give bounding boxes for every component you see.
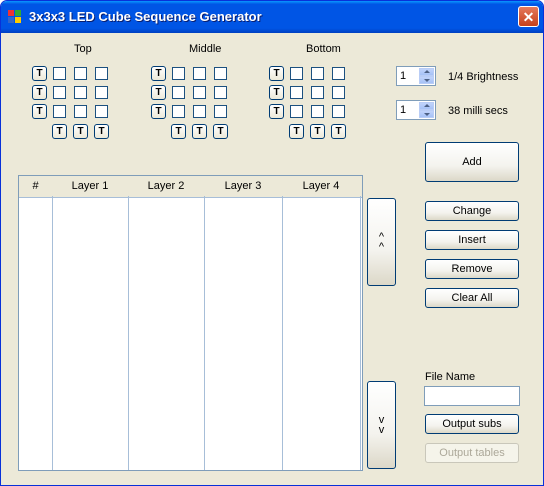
remove-button[interactable]: Remove bbox=[425, 259, 519, 279]
file-name-input[interactable] bbox=[424, 386, 520, 406]
middle-led-checkbox-r3-c3[interactable] bbox=[214, 105, 227, 118]
top-led-checkbox-r1-c1[interactable] bbox=[53, 67, 66, 80]
middle-led-checkbox-r1-c2[interactable] bbox=[193, 67, 206, 80]
middle-led-checkbox-r1-c1[interactable] bbox=[172, 67, 185, 80]
column-header-layer-2[interactable]: Layer 2 bbox=[128, 176, 204, 198]
top-row-3-toggle-button[interactable]: T bbox=[32, 104, 47, 119]
delay-value: 1 bbox=[400, 104, 407, 116]
list-header: # Layer 1 Layer 2 Layer 3 Layer 4 bbox=[19, 176, 362, 198]
move-up-button[interactable]: ^ ^ bbox=[367, 198, 396, 286]
column-divider bbox=[204, 196, 205, 470]
move-down-button[interactable]: v v bbox=[367, 381, 396, 469]
middle-led-checkbox-r2-c2[interactable] bbox=[193, 86, 206, 99]
top-column-2-toggle-button[interactable]: T bbox=[73, 124, 88, 139]
output-subs-button[interactable]: Output subs bbox=[425, 414, 519, 434]
bottom-led-checkbox-r1-c1[interactable] bbox=[290, 67, 303, 80]
top-led-checkbox-r1-c3[interactable] bbox=[95, 67, 108, 80]
brightness-spinner[interactable]: 1 bbox=[396, 66, 436, 86]
column-header-layer-4[interactable]: Layer 4 bbox=[282, 176, 360, 198]
top-row-2-toggle-button[interactable]: T bbox=[32, 85, 47, 100]
bottom-row-3-toggle-button[interactable]: T bbox=[269, 104, 284, 119]
bottom-led-checkbox-r1-c3[interactable] bbox=[332, 67, 345, 80]
middle-led-checkbox-r2-c3[interactable] bbox=[214, 86, 227, 99]
top-led-checkbox-r2-c2[interactable] bbox=[74, 86, 87, 99]
middle-led-checkbox-r3-c2[interactable] bbox=[193, 105, 206, 118]
column-divider bbox=[282, 196, 283, 470]
delay-label: 38 milli secs bbox=[448, 105, 508, 117]
delay-spinner[interactable]: 1 bbox=[396, 100, 436, 120]
middle-led-checkbox-r3-c1[interactable] bbox=[172, 105, 185, 118]
middle-row-1-toggle-button[interactable]: T bbox=[151, 66, 166, 81]
close-button[interactable]: ✕ bbox=[518, 6, 539, 27]
bottom-led-checkbox-r3-c3[interactable] bbox=[332, 105, 345, 118]
top-led-checkbox-r3-c1[interactable] bbox=[53, 105, 66, 118]
bottom-layer-label: Bottom bbox=[306, 43, 341, 55]
title-bar[interactable]: 3x3x3 LED Cube Sequence Generator ✕ bbox=[1, 1, 543, 33]
top-column-1-toggle-button[interactable]: T bbox=[52, 124, 67, 139]
middle-column-2-toggle-button[interactable]: T bbox=[192, 124, 207, 139]
delay-down-button[interactable] bbox=[419, 110, 434, 118]
middle-layer-label: Middle bbox=[189, 43, 222, 55]
bottom-led-checkbox-r3-c1[interactable] bbox=[290, 105, 303, 118]
column-header-layer-3[interactable]: Layer 3 bbox=[204, 176, 282, 198]
client-area: Top Middle Bottom TTTTTTTTTTTTTTTTTT 1 1… bbox=[4, 33, 540, 482]
column-divider bbox=[128, 196, 129, 470]
brightness-down-button[interactable] bbox=[419, 76, 434, 84]
top-column-3-toggle-button[interactable]: T bbox=[94, 124, 109, 139]
output-tables-button: Output tables bbox=[425, 443, 519, 463]
brightness-value: 1 bbox=[400, 70, 407, 82]
bottom-column-1-toggle-button[interactable]: T bbox=[289, 124, 304, 139]
top-layer-label: Top bbox=[74, 43, 92, 55]
middle-led-checkbox-r2-c1[interactable] bbox=[172, 86, 185, 99]
file-name-label: File Name bbox=[425, 371, 476, 383]
change-button[interactable]: Change bbox=[425, 201, 519, 221]
middle-led-checkbox-r1-c3[interactable] bbox=[214, 67, 227, 80]
top-led-checkbox-r1-c2[interactable] bbox=[74, 67, 87, 80]
main-window: 3x3x3 LED Cube Sequence Generator ✕ Top … bbox=[0, 0, 544, 486]
bottom-column-3-toggle-button[interactable]: T bbox=[331, 124, 346, 139]
brightness-label: 1/4 Brightness bbox=[448, 71, 519, 83]
middle-column-3-toggle-button[interactable]: T bbox=[213, 124, 228, 139]
bottom-row-1-toggle-button[interactable]: T bbox=[269, 66, 284, 81]
top-led-checkbox-r3-c2[interactable] bbox=[74, 105, 87, 118]
clear-all-button[interactable]: Clear All bbox=[425, 288, 519, 308]
top-row-1-toggle-button[interactable]: T bbox=[32, 66, 47, 81]
column-header-layer-1[interactable]: Layer 1 bbox=[52, 176, 128, 198]
column-divider bbox=[360, 196, 361, 470]
middle-column-1-toggle-button[interactable]: T bbox=[171, 124, 186, 139]
top-led-checkbox-r3-c3[interactable] bbox=[95, 105, 108, 118]
brightness-up-button[interactable] bbox=[419, 68, 434, 76]
sequence-list[interactable]: # Layer 1 Layer 2 Layer 3 Layer 4 bbox=[18, 175, 363, 471]
app-icon bbox=[7, 9, 23, 25]
delay-up-button[interactable] bbox=[419, 102, 434, 110]
add-button[interactable]: Add bbox=[425, 142, 519, 182]
column-divider bbox=[52, 196, 53, 470]
bottom-led-checkbox-r3-c2[interactable] bbox=[311, 105, 324, 118]
bottom-led-checkbox-r2-c1[interactable] bbox=[290, 86, 303, 99]
middle-row-3-toggle-button[interactable]: T bbox=[151, 104, 166, 119]
bottom-row-2-toggle-button[interactable]: T bbox=[269, 85, 284, 100]
column-header-index[interactable]: # bbox=[19, 176, 52, 198]
middle-row-2-toggle-button[interactable]: T bbox=[151, 85, 166, 100]
bottom-led-checkbox-r2-c3[interactable] bbox=[332, 86, 345, 99]
bottom-column-2-toggle-button[interactable]: T bbox=[310, 124, 325, 139]
bottom-led-checkbox-r2-c2[interactable] bbox=[311, 86, 324, 99]
top-led-checkbox-r2-c1[interactable] bbox=[53, 86, 66, 99]
bottom-led-checkbox-r1-c2[interactable] bbox=[311, 67, 324, 80]
top-led-checkbox-r2-c3[interactable] bbox=[95, 86, 108, 99]
header-divider bbox=[19, 197, 362, 198]
window-title: 3x3x3 LED Cube Sequence Generator bbox=[29, 9, 262, 24]
insert-button[interactable]: Insert bbox=[425, 230, 519, 250]
